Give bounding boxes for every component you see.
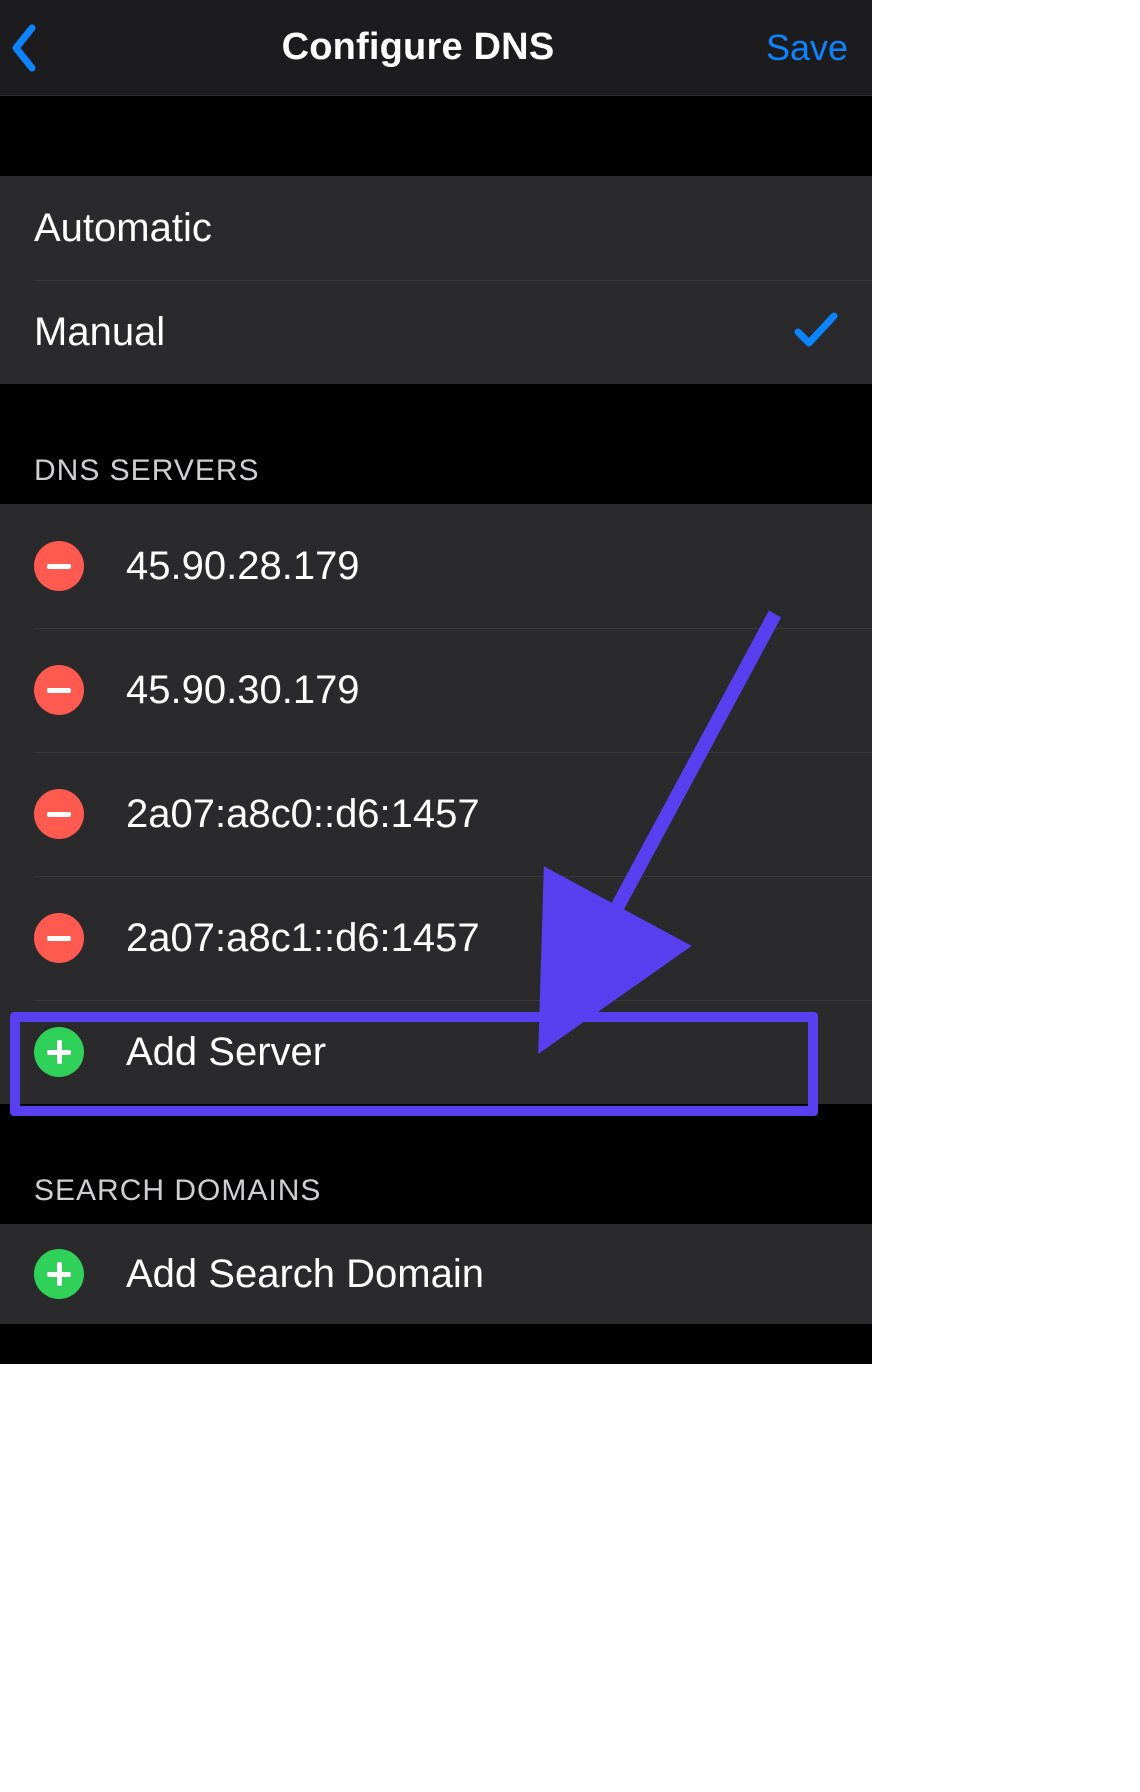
spacer [0, 1324, 872, 1364]
checkmark-icon [794, 310, 838, 355]
dns-server-row[interactable]: 2a07:a8c0::d6:1457 [0, 752, 872, 876]
dns-server-row[interactable]: 45.90.30.179 [0, 628, 872, 752]
add-server-label: Add Server [126, 1030, 326, 1075]
dns-servers-group: 45.90.28.179 45.90.30.179 2a07:a8c0::d6:… [0, 504, 872, 1104]
mode-option-label: Automatic [34, 206, 212, 251]
spacer [0, 96, 872, 176]
dns-server-row[interactable]: 2a07:a8c1::d6:1457 [0, 876, 872, 1000]
back-button[interactable] [10, 24, 70, 72]
plus-icon[interactable] [34, 1249, 84, 1299]
navbar: Configure DNS Save [0, 0, 872, 96]
screen: Configure DNS Save Automatic Manual DNS … [0, 0, 872, 1364]
remove-icon[interactable] [34, 789, 84, 839]
search-domains-group: Add Search Domain [0, 1224, 872, 1324]
dns-server-row[interactable]: 45.90.28.179 [0, 504, 872, 628]
dns-server-value: 2a07:a8c1::d6:1457 [126, 916, 480, 961]
remove-icon[interactable] [34, 665, 84, 715]
chevron-left-icon [10, 24, 38, 72]
page-title: Configure DNS [282, 26, 555, 69]
plus-icon[interactable] [34, 1027, 84, 1077]
dns-server-value: 2a07:a8c0::d6:1457 [126, 792, 480, 837]
mode-option-label: Manual [34, 310, 165, 355]
add-search-domain-label: Add Search Domain [126, 1252, 484, 1297]
remove-icon[interactable] [34, 541, 84, 591]
mode-option-manual[interactable]: Manual [0, 280, 872, 384]
dns-server-value: 45.90.28.179 [126, 544, 360, 589]
save-button[interactable]: Save [766, 27, 848, 69]
dns-mode-group: Automatic Manual [0, 176, 872, 384]
add-search-domain-row[interactable]: Add Search Domain [0, 1224, 872, 1324]
add-server-row[interactable]: Add Server [0, 1000, 872, 1104]
dns-servers-header: DNS SERVERS [0, 384, 872, 504]
mode-option-automatic[interactable]: Automatic [0, 176, 872, 280]
dns-server-value: 45.90.30.179 [126, 668, 360, 713]
remove-icon[interactable] [34, 913, 84, 963]
search-domains-header: SEARCH DOMAINS [0, 1104, 872, 1224]
